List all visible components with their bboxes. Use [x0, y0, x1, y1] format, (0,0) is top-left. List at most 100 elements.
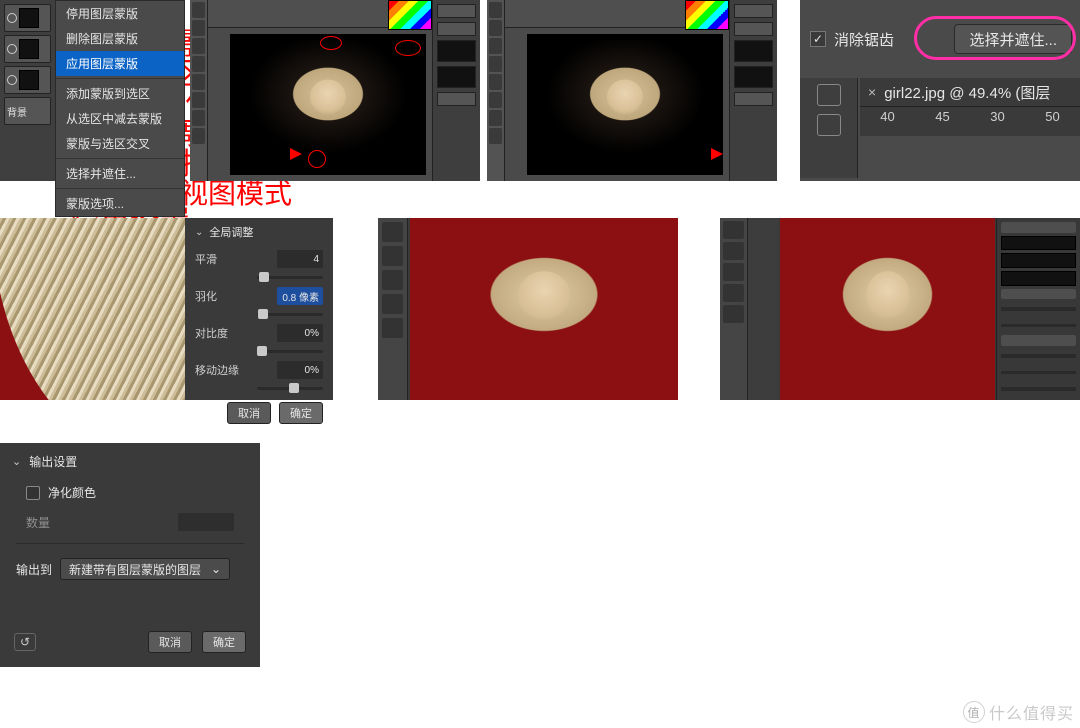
mini-slider[interactable]	[1001, 354, 1076, 358]
purify-checkbox[interactable]	[26, 486, 40, 500]
tool-icon[interactable]	[723, 221, 744, 239]
layer-row[interactable]	[4, 35, 51, 63]
ok-button[interactable]: 确定	[202, 631, 246, 653]
layer-thumb[interactable]	[1001, 271, 1076, 286]
tool-icon[interactable]	[489, 74, 502, 90]
panel-row[interactable]	[437, 92, 476, 106]
tool-icon[interactable]	[192, 74, 205, 90]
tool-icon[interactable]	[489, 38, 502, 54]
visibility-icon[interactable]	[7, 13, 17, 23]
slider-value[interactable]: 4	[277, 250, 323, 268]
mini-slider[interactable]	[1001, 324, 1076, 328]
panel-row[interactable]	[734, 22, 773, 36]
amount-value[interactable]	[178, 513, 234, 531]
layer-thumb[interactable]	[437, 66, 476, 88]
close-icon[interactable]: ×	[868, 84, 876, 100]
menu-item-sub-mask-from-sel[interactable]: 从选区中减去蒙版	[56, 106, 184, 131]
tool-icon[interactable]	[382, 294, 403, 314]
tool-icon[interactable]	[192, 2, 205, 18]
slider-value[interactable]: 0%	[277, 324, 323, 342]
tool-icon[interactable]	[382, 270, 403, 290]
layer-thumb[interactable]	[437, 40, 476, 62]
slider-value[interactable]: 0%	[277, 361, 323, 379]
output-to-select[interactable]: 新建带有图层蒙版的图层 ⌄	[60, 558, 230, 580]
tool-icon[interactable]	[382, 222, 403, 242]
slider-contrast[interactable]: 对比度 0%	[185, 320, 333, 346]
slider-smooth[interactable]: 平滑 4	[185, 246, 333, 272]
ok-button[interactable]: 确定	[279, 402, 323, 424]
slider-track[interactable]	[257, 387, 323, 390]
slider-track[interactable]	[257, 313, 323, 316]
mini-slider[interactable]	[1001, 371, 1076, 375]
slider-track[interactable]	[257, 350, 323, 353]
tool-icon[interactable]	[723, 242, 744, 260]
reset-button[interactable]	[14, 633, 36, 651]
panel-row[interactable]	[437, 4, 476, 18]
tool-icon[interactable]	[723, 284, 744, 302]
layer-row[interactable]	[4, 4, 51, 32]
color-picker-icon[interactable]	[685, 0, 729, 30]
tool-icon[interactable]	[192, 110, 205, 126]
tool-icon[interactable]	[192, 38, 205, 54]
menu-item-disable-mask[interactable]: 停用图层蒙版	[56, 1, 184, 26]
canvas[interactable]	[527, 34, 723, 175]
layer-thumb[interactable]	[1001, 253, 1076, 268]
dock-icon[interactable]	[817, 114, 841, 136]
cancel-button[interactable]: 取消	[227, 402, 271, 424]
panel-row[interactable]	[437, 22, 476, 36]
menu-item-intersect-mask[interactable]: 蒙版与选区交叉	[56, 131, 184, 156]
visibility-icon[interactable]	[7, 44, 17, 54]
mini-slider[interactable]	[1001, 307, 1076, 311]
portrait-preview	[543, 40, 708, 175]
purify-row[interactable]: 净化颜色	[0, 480, 260, 505]
menu-item-add-mask-to-sel[interactable]: 添加蒙版到选区	[56, 81, 184, 106]
slider-shift-edge[interactable]: 移动边缘 0%	[185, 357, 333, 383]
layer-row-bg[interactable]: 背景	[4, 97, 51, 125]
panel-row[interactable]	[734, 4, 773, 18]
tool-icon[interactable]	[192, 56, 205, 72]
canvas[interactable]	[780, 218, 995, 400]
tool-icon[interactable]	[489, 128, 502, 144]
document-tab[interactable]: × girl22.jpg @ 49.4% (图层	[860, 78, 1080, 106]
layer-thumb[interactable]	[734, 66, 773, 88]
tool-icon[interactable]	[489, 20, 502, 36]
tool-icon[interactable]	[192, 92, 205, 108]
tool-icon[interactable]	[192, 128, 205, 144]
slider-feather[interactable]: 羽化 0.8 像素	[185, 283, 333, 309]
canvas[interactable]	[230, 34, 426, 175]
tool-icon[interactable]	[382, 246, 403, 266]
layer-thumb[interactable]	[1001, 236, 1076, 251]
panel-row[interactable]	[1001, 335, 1076, 346]
layer-row[interactable]	[4, 66, 51, 94]
panel-header[interactable]: ⌄ 全局调整	[185, 218, 333, 246]
tool-icon[interactable]	[489, 110, 502, 126]
menu-item-delete-mask[interactable]: 删除图层蒙版	[56, 26, 184, 51]
slider-track[interactable]	[257, 276, 323, 279]
layer-thumb[interactable]	[19, 8, 39, 28]
layer-thumb[interactable]	[19, 39, 39, 59]
panel-row[interactable]	[1001, 289, 1076, 300]
layer-thumb[interactable]	[734, 40, 773, 62]
tool-icon[interactable]	[489, 2, 502, 18]
cancel-button[interactable]: 取消	[148, 631, 192, 653]
tool-icon[interactable]	[723, 263, 744, 281]
slider-value[interactable]: 0.8 像素	[277, 287, 323, 305]
menu-item-select-and-mask[interactable]: 选择并遮住...	[56, 161, 184, 186]
tool-icon[interactable]	[382, 318, 403, 338]
panel-row[interactable]	[1001, 222, 1076, 233]
panel-header[interactable]: ⌄ 输出设置	[0, 443, 260, 480]
layer-thumb[interactable]	[19, 70, 39, 90]
mini-slider[interactable]	[1001, 387, 1076, 391]
tool-icon[interactable]	[192, 20, 205, 36]
antialias-checkbox[interactable]: ✓	[810, 31, 826, 47]
panel-row[interactable]	[734, 92, 773, 106]
color-picker-icon[interactable]	[388, 0, 432, 30]
tool-icon[interactable]	[723, 305, 744, 323]
tool-icon[interactable]	[489, 56, 502, 72]
menu-item-mask-options[interactable]: 蒙版选项...	[56, 191, 184, 216]
canvas[interactable]	[410, 218, 678, 400]
tool-icon[interactable]	[489, 92, 502, 108]
menu-item-apply-mask[interactable]: 应用图层蒙版	[56, 51, 184, 76]
visibility-icon[interactable]	[7, 75, 17, 85]
dock-icon[interactable]	[817, 84, 841, 106]
